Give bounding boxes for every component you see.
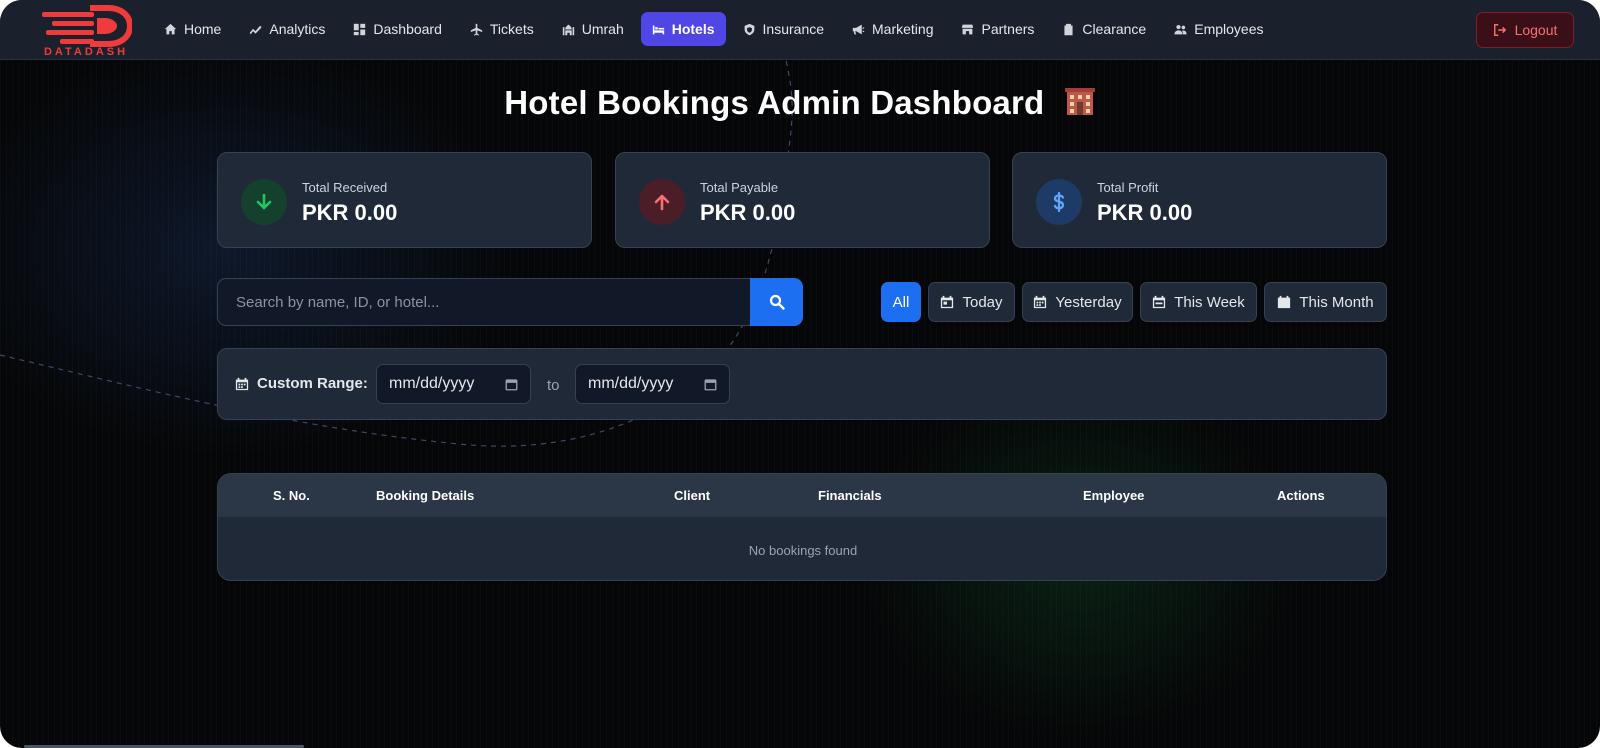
date-from-input[interactable]: mm/dd/yyyy [376, 364, 531, 404]
clipboard-icon [1064, 23, 1073, 35]
stat-card-payable: Total Payable PKR 0.00 [615, 152, 990, 248]
logo-mark-icon [42, 5, 132, 47]
mosque-icon [562, 24, 574, 35]
stat-card-received: Total Received PKR 0.00 [217, 152, 592, 248]
filter-today-button[interactable]: Today [928, 282, 1015, 322]
filter-yesterday-button[interactable]: Yesterday [1022, 282, 1133, 322]
nav-item-dashboard[interactable]: Dashboard [342, 12, 453, 46]
column-header-actions[interactable]: Actions [1277, 488, 1325, 503]
trend-icon [250, 25, 262, 34]
calendar-day-icon [941, 295, 954, 309]
search-icon [769, 294, 785, 310]
filter-label: Yesterday [1055, 293, 1122, 311]
dollar-icon [1053, 191, 1065, 213]
bookings-table: S. No. Booking Details Client Financials… [217, 473, 1387, 581]
nav-item-partners[interactable]: Partners [950, 12, 1045, 46]
page-title: Hotel Bookings Admin Dashboard [0, 84, 1600, 122]
column-header-booking-details[interactable]: Booking Details [376, 488, 474, 503]
empty-state-message: No bookings found [748, 543, 858, 558]
nav-item-employees[interactable]: Employees [1163, 12, 1274, 46]
calendar-month-icon [1278, 295, 1291, 309]
nav-item-label: Insurance [762, 21, 825, 37]
stat-card-profit: Total Profit PKR 0.00 [1012, 152, 1387, 248]
custom-range-panel: Custom Range: mm/dd/yyyy to mm/dd/yyyy [217, 348, 1387, 420]
nav-item-label: Hotels [671, 21, 715, 37]
brand-logo[interactable]: DATADASH [36, 4, 136, 58]
nav-item-label: Marketing [872, 21, 934, 37]
column-header-employee[interactable]: Employee [1083, 488, 1144, 503]
nav-item-home[interactable]: Home [153, 12, 232, 46]
arrow-up-icon [654, 194, 670, 211]
brand-name: DATADASH [43, 46, 129, 58]
store-icon [962, 24, 974, 34]
custom-range-label: Custom Range: [235, 375, 368, 392]
date-to-placeholder: mm/dd/yyyy [588, 375, 674, 392]
bed-icon [652, 24, 664, 34]
nav-item-marketing[interactable]: Marketing [841, 12, 944, 46]
nav-item-label: Partners [981, 21, 1035, 37]
date-to-input[interactable]: mm/dd/yyyy [575, 364, 730, 404]
top-navbar: DATADASH Home Analytics Dashboard Ticket… [0, 0, 1600, 60]
filter-label: Today [962, 293, 1003, 311]
filter-this-month-button[interactable]: This Month [1264, 282, 1387, 322]
logout-label: Logout [1514, 22, 1558, 38]
stat-icon-wrap [241, 179, 287, 225]
users-icon [1174, 24, 1187, 34]
stat-value: PKR 0.00 [700, 200, 796, 225]
filter-all-button[interactable]: All [881, 282, 921, 322]
column-header-client[interactable]: Client [674, 488, 710, 503]
nav-item-hotels[interactable]: Hotels [640, 12, 726, 46]
column-header-sno[interactable]: S. No. [273, 488, 310, 503]
hotel-icon [1064, 88, 1095, 115]
calendar-icon [1034, 295, 1047, 309]
calendar-icon [235, 377, 249, 390]
custom-range-text: Custom Range: [257, 375, 368, 392]
filter-label: All [892, 293, 910, 311]
stat-label: Total Profit [1097, 180, 1159, 195]
filter-label: This Week [1174, 293, 1245, 311]
nav-item-label: Dashboard [373, 21, 442, 37]
megaphone-icon [852, 24, 865, 34]
calendar-picker-icon[interactable] [505, 378, 518, 391]
nav-item-label: Clearance [1082, 21, 1147, 37]
table-header: S. No. Booking Details Client Financials… [218, 474, 1386, 517]
stat-icon-wrap [639, 179, 685, 225]
nav-item-label: Home [184, 21, 222, 37]
nav-item-label: Employees [1194, 21, 1264, 37]
nav-item-clearance[interactable]: Clearance [1051, 12, 1157, 46]
arrow-down-icon [256, 193, 272, 210]
nav-item-analytics[interactable]: Analytics [238, 12, 336, 46]
shield-icon [744, 23, 754, 35]
calendar-picker-icon[interactable] [704, 378, 717, 391]
app-window: DATADASH Home Analytics Dashboard Ticket… [0, 0, 1600, 748]
page-title-text: Hotel Bookings Admin Dashboard [504, 84, 1045, 121]
nav-item-label: Analytics [269, 21, 326, 37]
logout-icon [1493, 24, 1506, 36]
stat-value: PKR 0.00 [1097, 200, 1193, 225]
nav-item-label: Umrah [581, 21, 624, 37]
main-nav: Home Analytics Dashboard Tickets Umrah H… [153, 12, 1275, 46]
filter-this-week-button[interactable]: This Week [1140, 282, 1257, 322]
stat-label: Total Received [302, 180, 388, 195]
nav-item-umrah[interactable]: Umrah [551, 12, 635, 46]
stat-icon-wrap [1036, 179, 1082, 225]
grid-icon [354, 23, 366, 35]
nav-item-tickets[interactable]: Tickets [459, 12, 545, 46]
calendar-week-icon [1153, 295, 1166, 309]
range-separator: to [547, 377, 560, 394]
nav-item-insurance[interactable]: Insurance [732, 12, 835, 46]
home-icon [164, 23, 177, 34]
stat-label: Total Payable [700, 180, 779, 195]
search-button[interactable] [750, 278, 803, 326]
nav-item-label: Tickets [489, 21, 534, 37]
search-input[interactable] [217, 278, 751, 326]
logout-button[interactable]: Logout [1476, 12, 1574, 48]
plane-icon [470, 23, 483, 36]
date-from-placeholder: mm/dd/yyyy [389, 375, 475, 392]
column-header-financials[interactable]: Financials [818, 488, 882, 503]
filter-label: This Month [1299, 293, 1374, 311]
stat-value: PKR 0.00 [302, 200, 398, 225]
